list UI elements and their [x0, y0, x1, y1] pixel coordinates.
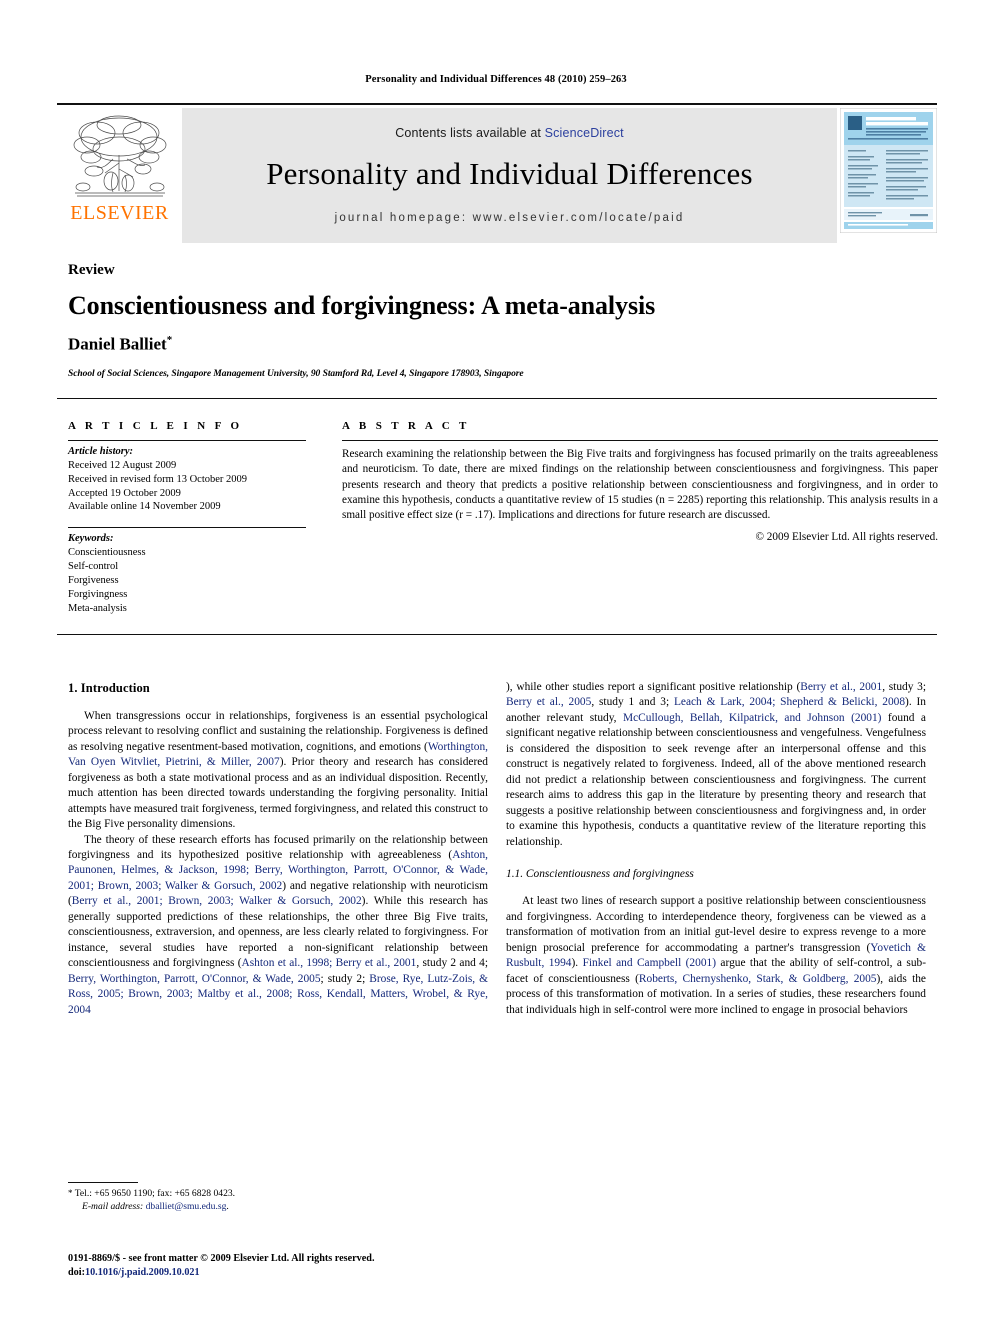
section-heading-1-1: 1.1. Conscientiousness and forgivingness [506, 867, 694, 880]
text-run: , study 2 and 4; [416, 957, 488, 970]
journal-article-page: Personality and Individual Differences 4… [0, 0, 992, 1323]
cover-image [840, 108, 937, 233]
elsevier-wordmark: ELSEVIER [70, 202, 169, 224]
keywords-block: Keywords: Conscientiousness Self-control… [68, 527, 306, 615]
contents-available-line: Contents lists available at ScienceDirec… [395, 126, 623, 140]
text-run: ), while other studies report a signific… [506, 681, 801, 693]
citation-link[interactable]: Finkel and Campbell (2001) [583, 957, 716, 969]
abstract-column: Research examining the relationship betw… [342, 440, 938, 543]
journal-title: Personality and Individual Differences [266, 156, 753, 191]
abstract-text: Research examining the relationship betw… [342, 448, 938, 522]
body-column-left: 1. Introduction When transgressions occu… [68, 680, 488, 1018]
abstract-divider [342, 440, 938, 441]
list-item: Forgiveness [68, 574, 119, 586]
footnote-marker: * [68, 1188, 73, 1198]
journal-homepage-line[interactable]: journal homepage: www.elsevier.com/locat… [335, 212, 685, 224]
paragraph-intro-2-cont: ), while other studies report a signific… [506, 680, 926, 850]
keywords-label: Keywords: [68, 533, 114, 545]
doi-link[interactable]: 10.1016/j.paid.2009.10.021 [85, 1267, 200, 1278]
article-history-list: Received 12 August 2009 Received in revi… [68, 459, 306, 514]
author-name: Daniel Balliet [68, 334, 167, 354]
keywords-list: Conscientiousness Self-control Forgivene… [68, 546, 306, 615]
journal-cover-thumbnail [837, 108, 937, 243]
journal-band: Contents lists available at ScienceDirec… [182, 108, 837, 243]
citation-link[interactable]: Leach & Lark, 2004; Shepherd & Belicki, … [674, 696, 905, 708]
citation-link[interactable]: Roberts, Chernyshenko, Stark, & Goldberg… [639, 973, 877, 985]
author-footnote: * Tel.: +65 9650 1190; fax: +65 6828 042… [68, 1182, 488, 1214]
issn-copyright-line: 0191-8869/$ - see front matter © 2009 El… [68, 1253, 375, 1264]
copyright-line: © 2009 Elsevier Ltd. All rights reserved… [755, 530, 939, 543]
citation-link[interactable]: Berry et al., 2001 [800, 681, 882, 693]
sciencedirect-link[interactable]: ScienceDirect [545, 126, 624, 140]
abstract-bottom-rule [57, 634, 937, 635]
text-run: ). [571, 957, 583, 970]
email-link[interactable]: dballiet@smu.edu.sg [146, 1201, 227, 1212]
citation-link[interactable]: McCullough, Bellah, Kilpatrick, and John… [623, 712, 881, 724]
info-divider-1 [68, 440, 306, 441]
author-footnote-marker[interactable]: * [167, 334, 173, 346]
list-item: Received 12 August 2009 [68, 459, 177, 471]
footnote-tel-line: * Tel.: +65 9650 1190; fax: +65 6828 042… [68, 1187, 488, 1200]
doi-label: doi: [68, 1267, 85, 1279]
abstract-heading: A B S T R A C T [342, 420, 470, 432]
list-item: Forgivingness [68, 588, 128, 600]
article-history-label: Article history: [68, 446, 134, 457]
doi-line: doi:10.1016/j.paid.2009.10.021 [68, 1266, 628, 1280]
author-list: Daniel Balliet* [68, 334, 172, 355]
article-info-heading: A R T I C L E I N F O [68, 420, 243, 432]
footnote-tel: Tel.: +65 9650 1190; fax: +65 6828 0423. [74, 1188, 236, 1199]
footnote-email-line: E-mail address: dballiet@smu.edu.sg. [82, 1201, 229, 1213]
email-address-label: E-mail address: [82, 1201, 144, 1213]
elsevier-tree-icon [73, 115, 166, 197]
text-run: , study 1 and 3; [591, 696, 674, 709]
list-item: Meta-analysis [68, 602, 127, 614]
text-run: found a significant negative relationshi… [506, 711, 926, 848]
list-item: Self-control [68, 561, 119, 573]
elsevier-logo: ELSEVIER [57, 108, 182, 243]
page-footer: 0191-8869/$ - see front matter © 2009 El… [68, 1252, 628, 1281]
text-run: ; study 2; [320, 972, 370, 985]
info-top-rule [57, 398, 937, 399]
document-type-label: Review [68, 262, 115, 278]
footnote-rule [68, 1182, 138, 1183]
running-head: Personality and Individual Differences 4… [365, 74, 627, 85]
citation-link[interactable]: Berry et al., 2005 [506, 696, 591, 708]
text-run: When transgressions occur in relationshi… [68, 709, 488, 753]
list-item: Received in revised form 13 October 2009 [68, 473, 248, 485]
journal-masthead: ELSEVIER Contents lists available at Sci… [57, 103, 937, 243]
citation-link[interactable]: Berry, Worthington, Parrott, O'Connor, &… [68, 973, 321, 985]
text-run: , study 3; [882, 681, 926, 693]
page-title: Conscientiousness and forgivingness: A m… [68, 291, 656, 320]
paragraph-1-1-1: At least two lines of research support a… [506, 894, 926, 1018]
list-item: Conscientiousness [68, 547, 146, 559]
body-column-right: ), while other studies report a signific… [506, 680, 926, 1018]
citation-link[interactable]: Ashton et al., 1998; Berry et al., 2001 [242, 957, 417, 969]
text-run: The theory of these research efforts has… [68, 833, 488, 862]
text-run: At least two lines of research support a… [506, 895, 926, 954]
list-item: Accepted 19 October 2009 [68, 487, 181, 499]
paragraph-intro-1: When transgressions occur in relationshi… [68, 709, 488, 833]
list-item: Available online 14 November 2009 [68, 501, 221, 513]
article-info-column: Article history: Received 12 August 2009… [68, 440, 306, 615]
section-heading-introduction: 1. Introduction [68, 681, 150, 695]
paragraph-intro-2: The theory of these research efforts has… [68, 833, 488, 1018]
citation-link[interactable]: Berry et al., 2001; Brown, 2003; Walker … [72, 895, 362, 907]
author-affiliation: School of Social Sciences, Singapore Man… [68, 369, 524, 379]
info-divider-2 [68, 527, 306, 529]
contents-prefix: Contents lists available at [395, 126, 545, 140]
